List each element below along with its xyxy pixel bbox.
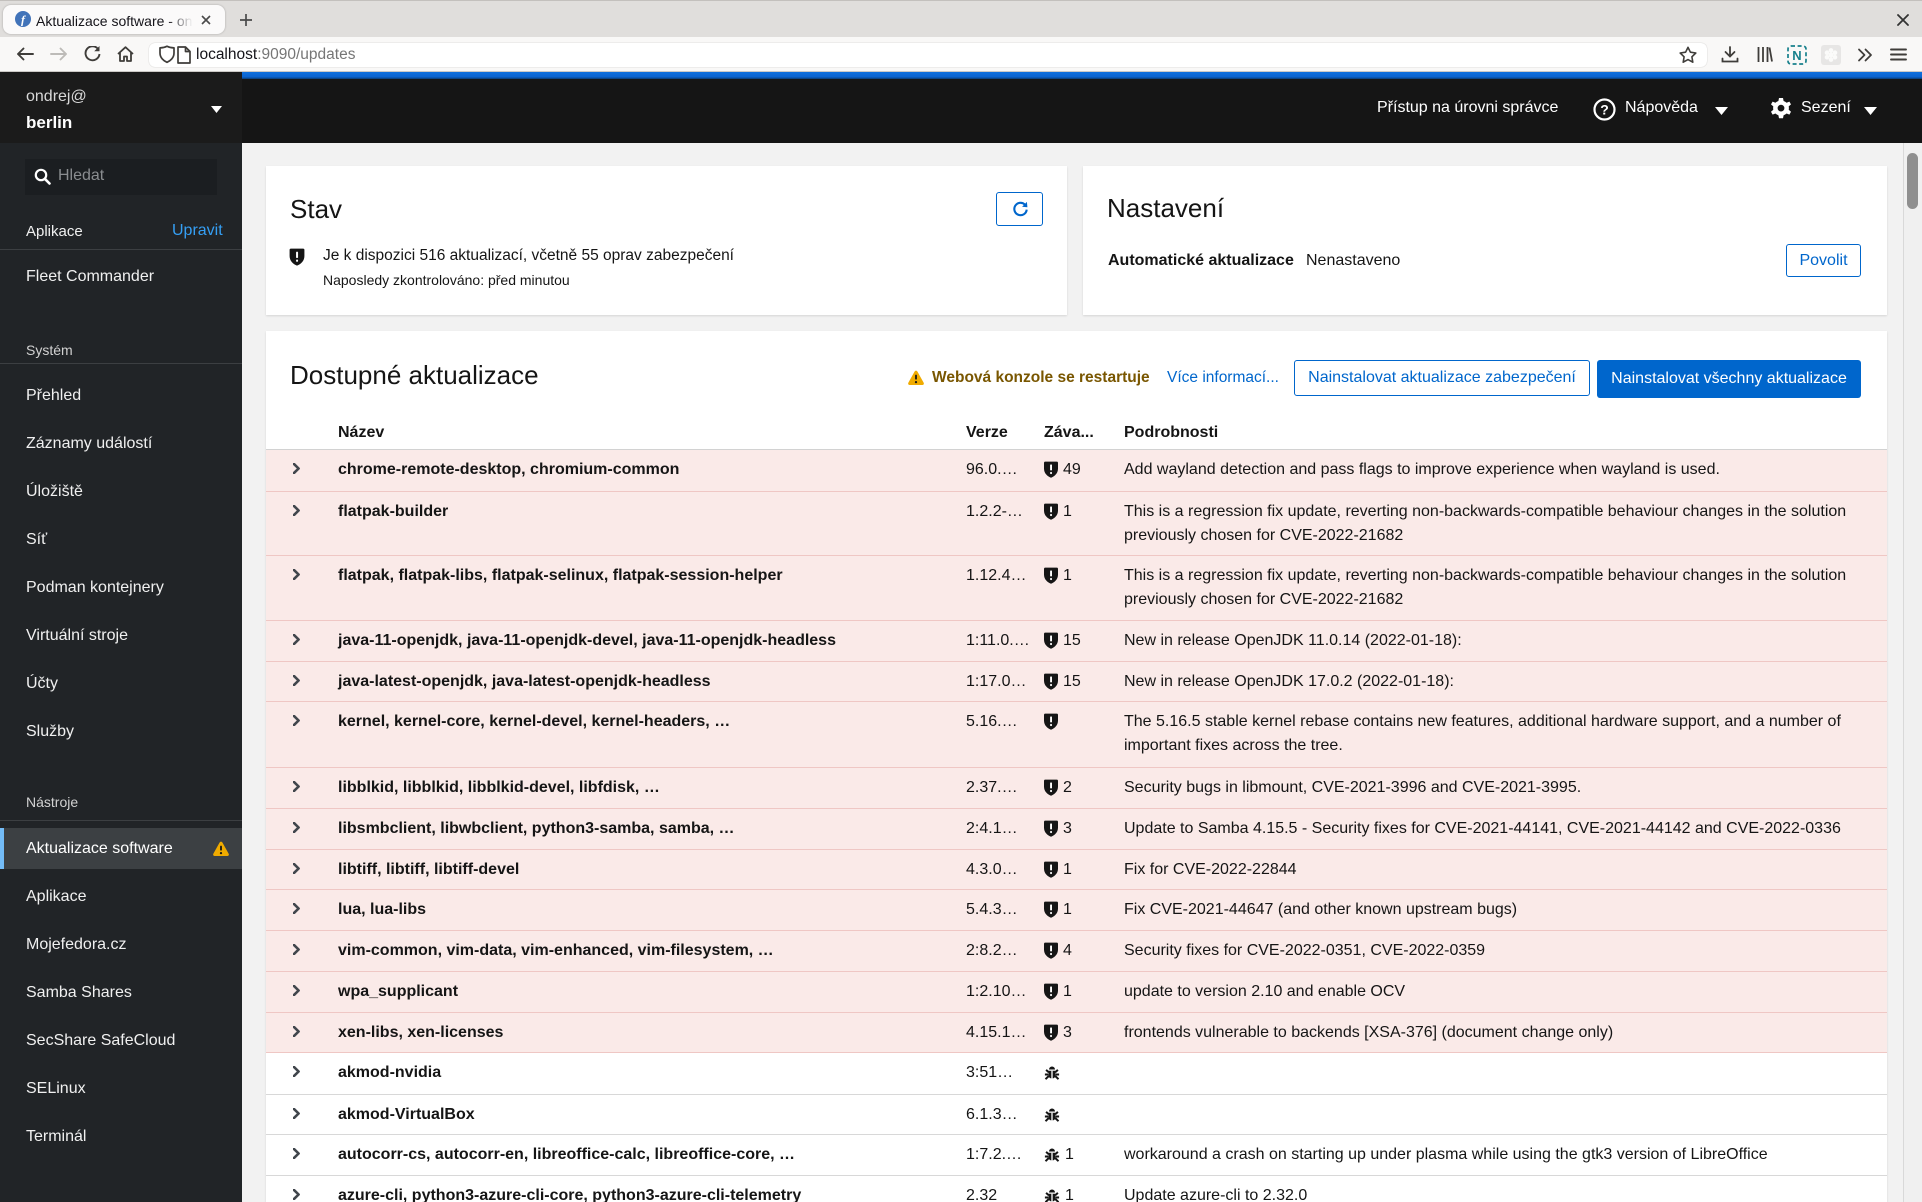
- svg-text:N: N: [1792, 48, 1801, 63]
- svg-text:?: ?: [1600, 102, 1609, 118]
